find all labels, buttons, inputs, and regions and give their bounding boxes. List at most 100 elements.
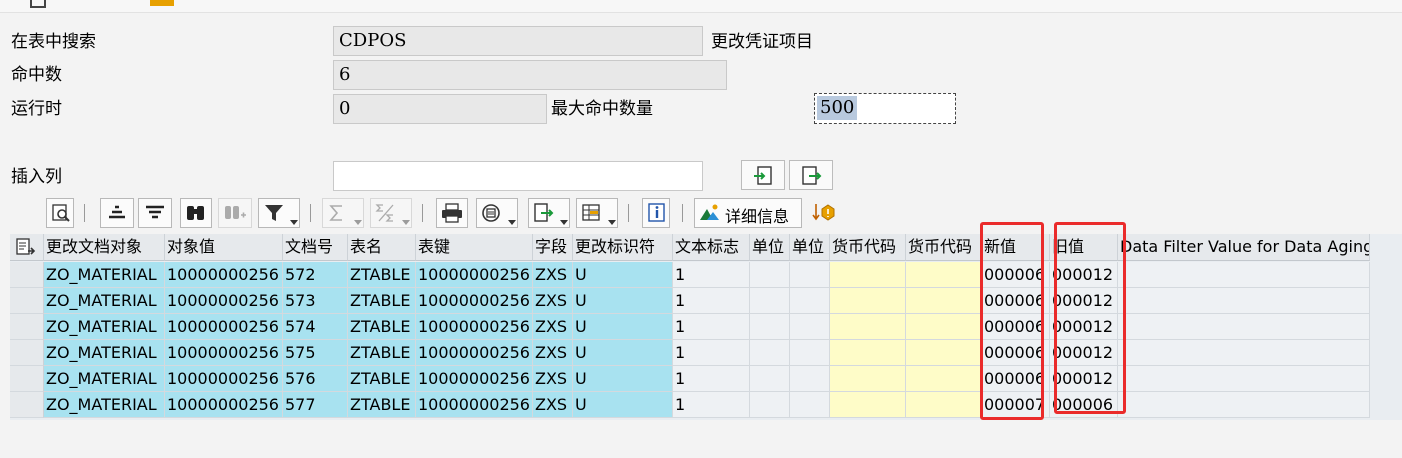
table-cell[interactable]: 10000000256 — [165, 366, 283, 392]
select-all-button[interactable] — [10, 234, 44, 261]
subtotal-button[interactable] — [370, 198, 412, 228]
insert-column-button[interactable] — [741, 160, 785, 190]
table-cell[interactable]: 1 — [673, 288, 750, 314]
find-next-button[interactable] — [218, 198, 252, 228]
table-cell[interactable]: 10000000256 — [416, 340, 533, 366]
table-cell[interactable]: ZTABLE — [348, 340, 416, 366]
table-cell[interactable]: 577 — [283, 392, 348, 418]
table-row[interactable]: ZO_MATERIAL 10000000256 577 ZTABLE 100000002… — [10, 392, 1370, 418]
table-cell[interactable] — [1118, 366, 1370, 392]
table-cell[interactable] — [750, 314, 790, 340]
table-name-field[interactable]: CDPOS — [333, 26, 703, 56]
column-header[interactable]: 更改标识符 — [573, 234, 673, 261]
table-cell[interactable]: 576 — [283, 366, 348, 392]
table-cell[interactable] — [830, 366, 906, 392]
table-cell[interactable] — [790, 366, 830, 392]
column-header[interactable]: 文本标志 — [673, 234, 750, 261]
table-cell[interactable] — [830, 340, 906, 366]
table-cell[interactable]: 10000000256 — [416, 314, 533, 340]
table-cell[interactable]: 574 — [283, 314, 348, 340]
find-button[interactable] — [180, 198, 212, 228]
table-cell[interactable]: U — [573, 340, 673, 366]
table-cell[interactable]: 1 — [673, 340, 750, 366]
layout-icon[interactable] — [150, 0, 174, 6]
table-cell[interactable] — [750, 392, 790, 418]
table-cell[interactable] — [906, 392, 982, 418]
column-header[interactable]: 单位 — [750, 234, 790, 261]
column-header[interactable]: 货币代码 — [830, 234, 906, 261]
table-cell[interactable] — [790, 340, 830, 366]
table-cell[interactable]: 573 — [283, 288, 348, 314]
table-cell[interactable]: ZXS — [533, 366, 573, 392]
table-cell[interactable]: ZO_MATERIAL — [44, 288, 165, 314]
row-selector[interactable] — [10, 288, 44, 314]
table-row[interactable]: ZO_MATERIAL 10000000256 573 ZTABLE 100000002… — [10, 288, 1370, 314]
table-cell[interactable]: 1 — [673, 314, 750, 340]
table-cell[interactable]: ZXS — [533, 314, 573, 340]
table-row[interactable]: ZO_MATERIAL 10000000256 572 ZTABLE 100000002… — [10, 262, 1370, 288]
table-cell[interactable] — [790, 392, 830, 418]
table-cell[interactable] — [790, 262, 830, 288]
table-row[interactable]: ZO_MATERIAL 10000000256 574 ZTABLE 100000002… — [10, 314, 1370, 340]
column-header[interactable]: 对象值 — [165, 234, 283, 261]
print-button[interactable] — [436, 198, 468, 228]
table-cell[interactable]: 10000000256 — [416, 262, 533, 288]
table-cell[interactable]: ZTABLE — [348, 262, 416, 288]
table-cell[interactable]: 575 — [283, 340, 348, 366]
table-cell[interactable]: U — [573, 262, 673, 288]
column-header[interactable]: 文档号 — [283, 234, 348, 261]
table-cell[interactable] — [906, 366, 982, 392]
column-header[interactable]: 货币代码 — [906, 234, 982, 261]
column-header[interactable]: 更改文档对象 — [44, 234, 165, 261]
table-cell[interactable]: 1 — [673, 392, 750, 418]
details-button[interactable] — [46, 198, 74, 228]
table-cell[interactable]: ZO_MATERIAL — [44, 262, 165, 288]
table-cell[interactable]: 10000000256 — [416, 392, 533, 418]
table-cell[interactable]: ZO_MATERIAL — [44, 314, 165, 340]
table-cell[interactable]: 10000000256 — [165, 340, 283, 366]
table-cell[interactable]: U — [573, 314, 673, 340]
table-cell[interactable] — [1118, 288, 1370, 314]
detail-info-button[interactable]: 详细信息 — [694, 198, 802, 228]
row-selector[interactable] — [10, 314, 44, 340]
table-cell[interactable]: ZXS — [533, 262, 573, 288]
info-button[interactable] — [642, 198, 670, 228]
table-cell[interactable]: 10000000256 — [165, 314, 283, 340]
table-cell[interactable] — [906, 314, 982, 340]
table-cell[interactable]: 10000000256 — [165, 288, 283, 314]
table-cell[interactable] — [1118, 392, 1370, 418]
table-cell[interactable]: 10000000256 — [165, 392, 283, 418]
save-icon[interactable] — [30, 0, 46, 8]
align-center-button[interactable] — [100, 198, 134, 228]
row-selector[interactable] — [10, 262, 44, 288]
table-cell[interactable] — [906, 288, 982, 314]
table-cell[interactable] — [1118, 262, 1370, 288]
table-cell[interactable] — [750, 366, 790, 392]
table-cell[interactable] — [750, 262, 790, 288]
table-cell[interactable]: U — [573, 392, 673, 418]
table-cell[interactable] — [906, 262, 982, 288]
column-header[interactable]: 表名 — [348, 234, 416, 261]
sum-button[interactable] — [322, 198, 364, 228]
align-left-button[interactable] — [138, 198, 172, 228]
table-cell[interactable] — [830, 262, 906, 288]
column-header[interactable]: 单位 — [790, 234, 830, 261]
table-cell[interactable]: ZXS — [533, 340, 573, 366]
table-cell[interactable] — [830, 392, 906, 418]
views-button[interactable] — [476, 198, 518, 228]
table-cell[interactable]: ZXS — [533, 288, 573, 314]
table-cell[interactable]: 572 — [283, 262, 348, 288]
max-hits-input[interactable]: 500 — [814, 93, 956, 124]
table-cell[interactable] — [906, 340, 982, 366]
row-selector[interactable] — [10, 340, 44, 366]
filter-button[interactable] — [258, 198, 300, 228]
table-row[interactable]: ZO_MATERIAL 10000000256 575 ZTABLE 100000002… — [10, 340, 1370, 366]
table-cell[interactable]: 1 — [673, 366, 750, 392]
table-cell[interactable]: ZXS — [533, 392, 573, 418]
table-cell[interactable]: U — [573, 288, 673, 314]
export-button[interactable] — [528, 198, 570, 228]
table-cell[interactable] — [1118, 340, 1370, 366]
table-cell[interactable] — [750, 340, 790, 366]
row-selector[interactable] — [10, 366, 44, 392]
table-cell[interactable]: 10000000256 — [165, 262, 283, 288]
